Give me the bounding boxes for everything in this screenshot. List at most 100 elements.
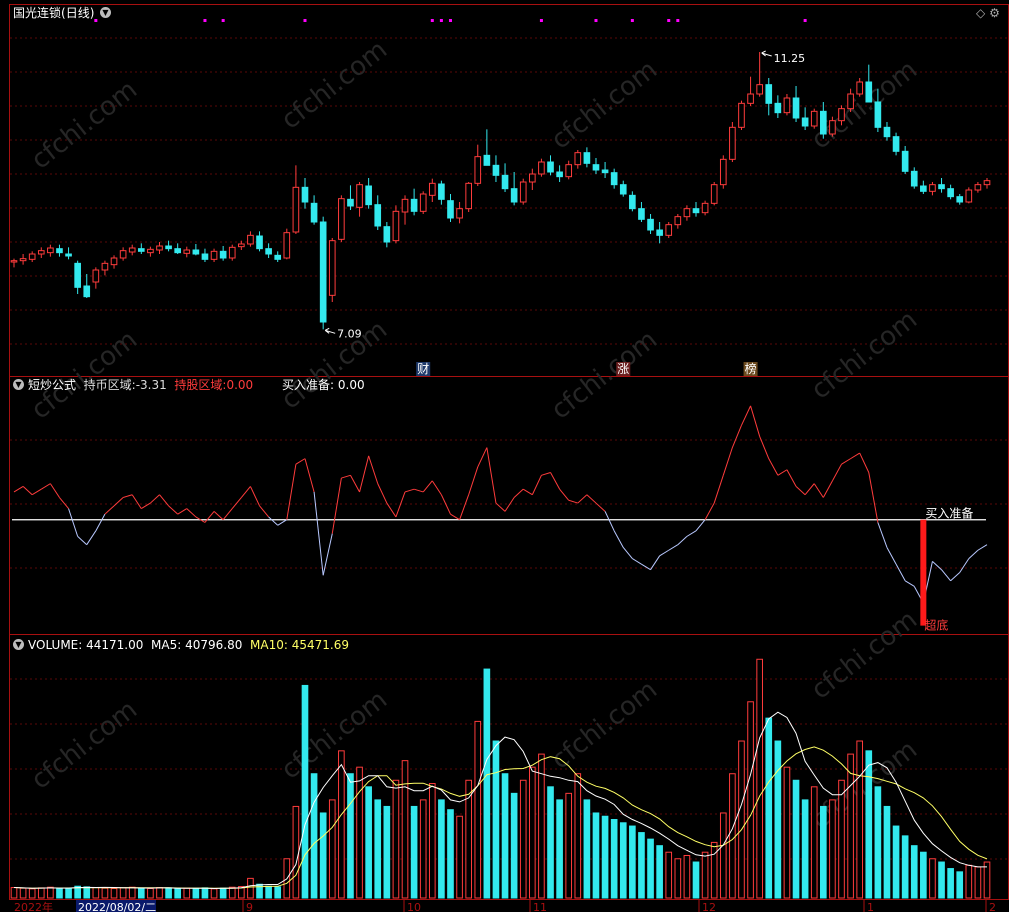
volume-bar-down[interactable] — [274, 886, 282, 899]
candle-up[interactable] — [474, 156, 482, 184]
volume-bar-down[interactable] — [56, 888, 63, 899]
candle-up[interactable] — [110, 257, 118, 266]
candle-down[interactable] — [365, 185, 372, 206]
volume-bar-down[interactable] — [192, 888, 200, 899]
volume-bar-down[interactable] — [647, 838, 654, 899]
volume-bar-up[interactable] — [929, 858, 936, 899]
candle-up[interactable] — [701, 202, 709, 214]
candle-down[interactable] — [483, 154, 491, 166]
candle-up[interactable] — [519, 181, 527, 203]
candle-down[interactable] — [647, 218, 654, 231]
candle-up[interactable] — [247, 234, 254, 245]
volume-bar-down[interactable] — [219, 887, 227, 899]
candle-down[interactable] — [265, 248, 272, 255]
volume-bar-up[interactable] — [37, 887, 45, 899]
volume-bar-up[interactable] — [683, 854, 691, 899]
volume-bar-down[interactable] — [801, 799, 809, 899]
candle-up[interactable] — [838, 108, 845, 122]
volume-bar-down[interactable] — [201, 887, 209, 899]
volume-bar-up[interactable] — [574, 773, 582, 899]
volume-bar-up[interactable] — [710, 841, 718, 899]
volume-bar-up[interactable] — [47, 886, 54, 899]
candle-up[interactable] — [574, 152, 582, 166]
volume-bar-down[interactable] — [410, 805, 418, 899]
candle-up[interactable] — [28, 253, 36, 260]
volume-bar-down[interactable] — [583, 799, 591, 899]
volume-bar-up[interactable] — [356, 766, 363, 899]
candle-up[interactable] — [328, 240, 336, 296]
volume-bar-down[interactable] — [83, 886, 91, 899]
candle-down[interactable] — [583, 152, 591, 164]
volume-series[interactable] — [10, 658, 991, 899]
volume-bar-up[interactable] — [674, 858, 682, 899]
candle-up[interactable] — [538, 161, 545, 175]
volume-bar-up[interactable] — [156, 887, 163, 899]
candlestick-series[interactable] — [10, 52, 991, 330]
volume-bar-down[interactable] — [610, 819, 618, 899]
volume-bar-up[interactable] — [128, 886, 136, 899]
candle-up[interactable] — [829, 120, 836, 135]
volume-bar-down[interactable] — [629, 825, 636, 899]
candle-up[interactable] — [847, 93, 854, 110]
candle-down[interactable] — [74, 262, 81, 288]
volume-bar-down[interactable] — [938, 861, 945, 899]
candle-down[interactable] — [901, 150, 909, 172]
volume-bar-down[interactable] — [501, 773, 509, 899]
volume-bar-down[interactable] — [910, 845, 918, 899]
volume-bar-up[interactable] — [756, 658, 763, 899]
volume-bar-down[interactable] — [619, 822, 627, 899]
volume-bar-up[interactable] — [19, 887, 27, 899]
candle-down[interactable] — [301, 186, 309, 203]
volume-bar-down[interactable] — [347, 773, 354, 899]
candle-up[interactable] — [19, 258, 27, 262]
volume-bar-down[interactable] — [547, 786, 554, 899]
volume-bar-up[interactable] — [838, 779, 845, 899]
volume-bar-down[interactable] — [556, 799, 563, 899]
volume-bar-up[interactable] — [101, 887, 109, 899]
candle-down[interactable] — [137, 248, 145, 252]
candle-down[interactable] — [501, 174, 509, 190]
volume-bar-down[interactable] — [510, 792, 518, 899]
candle-up[interactable] — [719, 158, 727, 186]
candle-up[interactable] — [710, 184, 718, 204]
candle-up[interactable] — [147, 248, 154, 254]
panel-controls[interactable]: ◇ ⚙ — [976, 6, 1000, 20]
volume-bar-up[interactable] — [428, 783, 436, 899]
candle-up[interactable] — [101, 262, 109, 271]
candle-down[interactable] — [347, 198, 354, 207]
candle-down[interactable] — [874, 101, 882, 128]
candle-up[interactable] — [747, 93, 754, 104]
candle-up[interactable] — [965, 189, 973, 203]
volume-bar-down[interactable] — [892, 825, 900, 899]
candle-down[interactable] — [592, 164, 600, 171]
candle-up[interactable] — [128, 247, 136, 253]
volume-bar-up[interactable] — [228, 886, 236, 899]
candle-up[interactable] — [10, 260, 18, 263]
candle-down[interactable] — [819, 110, 827, 135]
volume-bar-up[interactable] — [28, 888, 36, 899]
candle-down[interactable] — [920, 185, 927, 192]
candle-down[interactable] — [656, 229, 663, 236]
candle-up[interactable] — [983, 180, 991, 186]
candle-down[interactable] — [601, 169, 609, 174]
candle-down[interactable] — [410, 198, 418, 212]
candle-down[interactable] — [447, 200, 454, 219]
indicator-dropdown-icon[interactable]: ▼ — [13, 379, 24, 390]
title-dropdown-icon[interactable]: ▼ — [100, 7, 111, 18]
candle-down[interactable] — [610, 172, 618, 186]
diamond-icon[interactable]: ◇ — [976, 6, 985, 20]
event-tag[interactable]: 涨 — [617, 361, 629, 376]
volume-bar-down[interactable] — [383, 805, 391, 899]
candle-up[interactable] — [674, 216, 682, 226]
volume-bar-down[interactable] — [310, 773, 318, 899]
candle-up[interactable] — [738, 102, 745, 128]
candle-up[interactable] — [856, 81, 864, 95]
volume-bar-up[interactable] — [983, 861, 991, 899]
candle-up[interactable] — [428, 182, 436, 196]
volume-bar-up[interactable] — [729, 773, 736, 899]
volume-bar-up[interactable] — [110, 888, 118, 899]
candle-down[interactable] — [883, 126, 891, 138]
candle-up[interactable] — [783, 97, 791, 114]
candle-up[interactable] — [729, 126, 736, 160]
volume-bar-up[interactable] — [92, 887, 100, 899]
